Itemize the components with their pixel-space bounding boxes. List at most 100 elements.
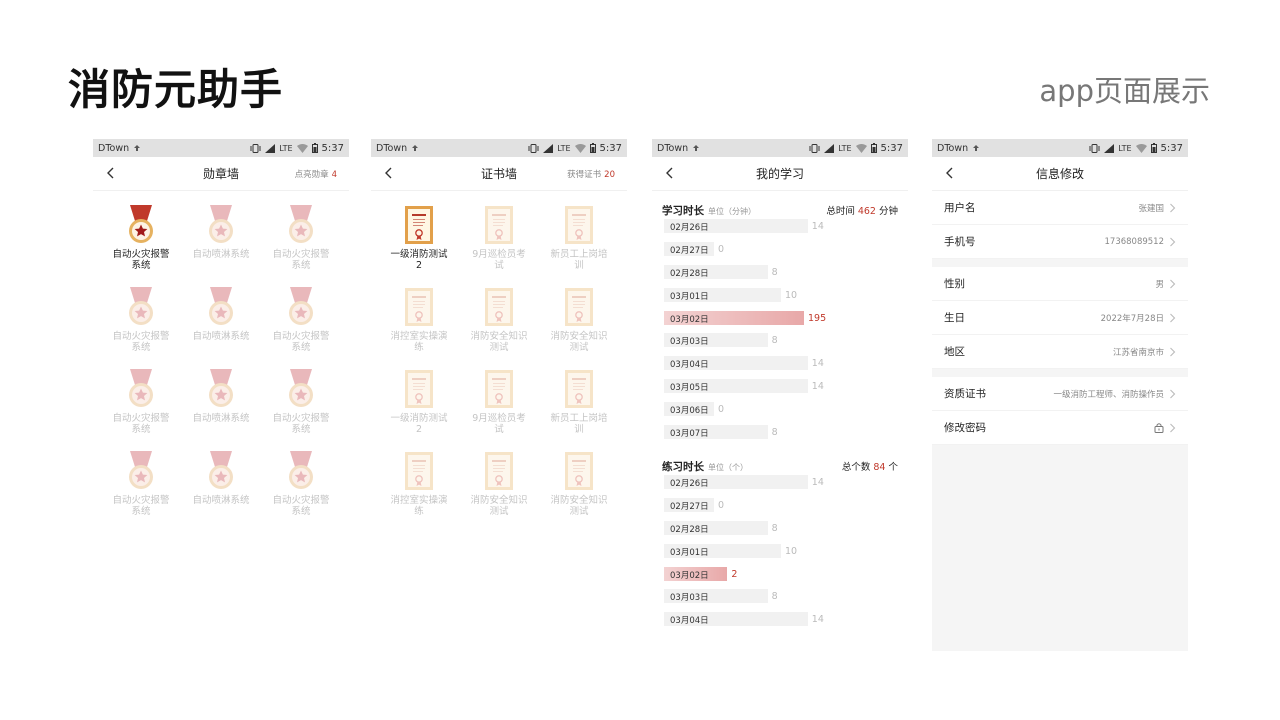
medal-item[interactable]: 自动火灾报警系统 [261, 205, 341, 271]
medal-count-value: 4 [331, 170, 337, 180]
medal-icon [206, 205, 236, 245]
vibrate-icon [528, 143, 539, 153]
cert-item[interactable]: 新员工上岗培训 [539, 369, 619, 435]
clock: 5:37 [1160, 142, 1183, 154]
info-row-value-wrap: 男 [1155, 278, 1176, 290]
study-time-chart: 02月26日 14 02月27日 0 02月28日 8 03月01日 10 03月02日 195 0… [652, 215, 908, 443]
cert-icon [564, 205, 594, 245]
wifi-icon [1135, 143, 1147, 153]
bar-value-label: 14 [811, 614, 824, 626]
practice-time-chart: 02月26日 14 02月27日 0 02月28日 8 03月01日 10 03月02日 2 03月… [652, 471, 908, 631]
carrier-label: DTown [376, 142, 408, 154]
medal-grid: 自动火灾报警系统 自动喷淋系统 自动火灾报警系统 自动火灾报警系统 自动喷淋系统… [93, 191, 349, 517]
medal-item[interactable]: 自动火灾报警系统 [101, 369, 181, 435]
info-row[interactable]: 资质证书 一级消防工程师、消防操作员 [932, 377, 1188, 411]
page-title: 消防元助手 [68, 65, 284, 114]
bar-value-label: 8 [771, 522, 778, 534]
lock-icon [1154, 423, 1164, 433]
medal-item[interactable]: 自动喷淋系统 [181, 451, 261, 517]
info-row-value-wrap: 张建国 [1138, 202, 1176, 214]
medal-item[interactable]: 自动喷淋系统 [181, 369, 261, 435]
medal-icon [126, 369, 156, 409]
medal-item[interactable]: 自动火灾报警系统 [101, 205, 181, 271]
info-row[interactable]: 用户名 张建国 [932, 191, 1188, 225]
cert-label: 消防安全知识测试 [470, 495, 528, 517]
medal-item[interactable]: 自动火灾报警系统 [101, 451, 181, 517]
cert-item[interactable]: 消防安全知识测试 [459, 287, 539, 353]
divider [932, 259, 1188, 267]
info-group-other: 资质证书 一级消防工程师、消防操作员 修改密码 [932, 377, 1188, 445]
nav-bar: 证书墙 获得证书 20 [371, 157, 627, 191]
cert-label: 9月巡检员考试 [472, 413, 526, 435]
medal-icon [206, 287, 236, 327]
back-arrow-icon[interactable] [379, 163, 399, 183]
medal-item[interactable]: 自动火灾报警系统 [101, 287, 181, 353]
cert-label: 新员工上岗培训 [550, 413, 608, 435]
vibrate-icon [809, 143, 820, 153]
bar-value-label: 0 [718, 500, 725, 512]
cert-item[interactable]: 9月巡检员考试 [459, 205, 539, 271]
info-row[interactable]: 生日 2022年7月28日 [932, 301, 1188, 335]
cert-item[interactable]: 消控室实操演练 [379, 451, 459, 517]
bar-row: 03月01日 10 [652, 283, 908, 306]
cert-icon [404, 451, 434, 491]
cert-item[interactable]: 消防安全知识测试 [539, 451, 619, 517]
medal-label: 自动火灾报警系统 [272, 249, 330, 271]
medal-icon [286, 369, 316, 409]
medal-item[interactable]: 自动火灾报警系统 [261, 369, 341, 435]
bar-date-label: 03月02日 [670, 570, 709, 581]
bar-value-label: 8 [771, 426, 778, 438]
info-row[interactable]: 手机号 17368089512 [932, 225, 1188, 259]
network-label: LTE [838, 143, 852, 153]
cert-item[interactable]: 一级消防测试2 [379, 369, 459, 435]
bar-date-label: 03月06日 [670, 405, 709, 416]
bar-date-label: 02月26日 [670, 479, 709, 490]
cert-item[interactable]: 9月巡检员考试 [459, 369, 539, 435]
info-row[interactable]: 修改密码 [932, 411, 1188, 445]
medal-wall-screen: DTown LTE 5:37 勋章墙 点亮勋章 4 自动火灾报警系统 自动喷淋系统… [93, 139, 349, 651]
medal-item[interactable]: 自动火灾报警系统 [261, 287, 341, 353]
cert-wall-screen: DTown LTE 5:37 证书墙 获得证书 20 一级消防测试2 9月巡检员… [371, 139, 627, 651]
divider [932, 369, 1188, 377]
info-row-value-wrap [1149, 422, 1176, 433]
chevron-right-icon [1170, 237, 1176, 246]
back-arrow-icon[interactable] [660, 163, 680, 183]
medal-item[interactable]: 自动喷淋系统 [181, 287, 261, 353]
info-row[interactable]: 性别 男 [932, 267, 1188, 301]
bar-date-label: 02月26日 [670, 223, 709, 234]
medal-icon [126, 205, 156, 245]
info-row-value: 江苏省南京市 [1112, 347, 1164, 358]
chevron-right-icon [1170, 347, 1176, 356]
bar-value-label: 0 [718, 403, 725, 415]
medal-item[interactable]: 自动喷淋系统 [181, 205, 261, 271]
battery-icon [311, 143, 318, 153]
bar-value-label: 14 [811, 221, 824, 233]
bar-date-label: 03月04日 [670, 360, 709, 371]
cert-icon [404, 369, 434, 409]
info-row-label: 用户名 [944, 202, 976, 214]
cert-count: 获得证书 20 [567, 168, 615, 180]
cert-item[interactable]: 消防安全知识测试 [539, 287, 619, 353]
info-row-value-wrap: 17368089512 [1105, 237, 1177, 247]
back-arrow-icon[interactable] [101, 163, 121, 183]
cert-item[interactable]: 消控室实操演练 [379, 287, 459, 353]
info-edit-screen: DTown LTE 5:37 信息修改 用户名 张建国 手机号 17368089512… [932, 139, 1188, 651]
wifi-icon [296, 143, 308, 153]
medal-count: 点亮勋章 4 [295, 168, 337, 180]
carrier-label: DTown [98, 142, 130, 154]
cert-item[interactable]: 一级消防测试2 [379, 205, 459, 271]
bar-row: 02月26日 14 [652, 215, 908, 238]
cert-label: 消防安全知识测试 [470, 331, 528, 353]
network-label: LTE [279, 143, 293, 153]
cert-item[interactable]: 消防安全知识测试 [459, 451, 539, 517]
bar-date-label: 03月02日 [670, 314, 709, 325]
cert-icon [404, 287, 434, 327]
medal-icon [206, 369, 236, 409]
chevron-right-icon [1170, 279, 1176, 288]
info-row[interactable]: 地区 江苏省南京市 [932, 335, 1188, 369]
bar-value-label: 2 [731, 568, 738, 580]
network-label: LTE [1118, 143, 1132, 153]
cert-item[interactable]: 新员工上岗培训 [539, 205, 619, 271]
back-arrow-icon[interactable] [940, 163, 960, 183]
medal-item[interactable]: 自动火灾报警系统 [261, 451, 341, 517]
